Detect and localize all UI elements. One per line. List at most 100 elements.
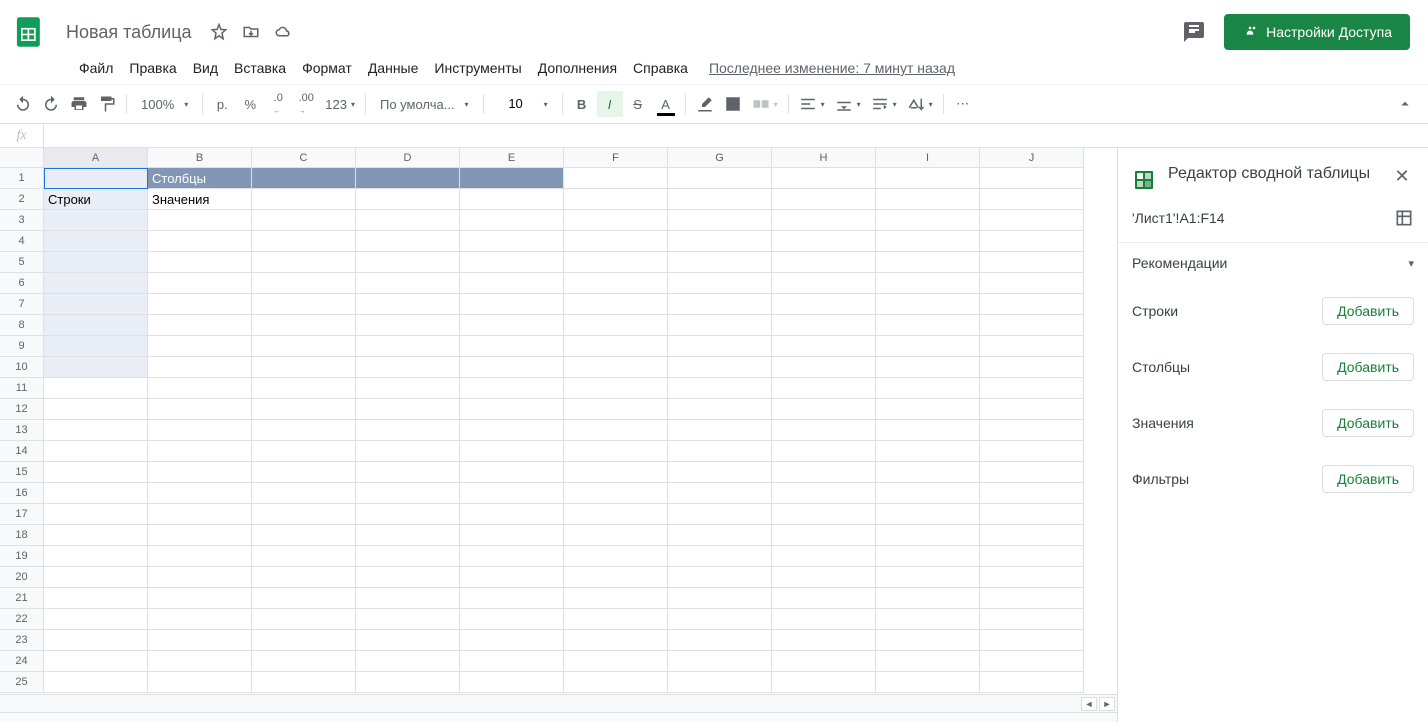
- cell-F2[interactable]: [564, 189, 668, 210]
- cell-J9[interactable]: [980, 336, 1084, 357]
- cell-H10[interactable]: [772, 357, 876, 378]
- cell-G7[interactable]: [668, 294, 772, 315]
- row-header-17[interactable]: 17: [0, 504, 44, 525]
- cell-H21[interactable]: [772, 588, 876, 609]
- menu-data[interactable]: Данные: [361, 56, 426, 80]
- cell-J4[interactable]: [980, 231, 1084, 252]
- row-header-3[interactable]: 3: [0, 210, 44, 231]
- cell-E14[interactable]: [460, 441, 564, 462]
- cell-J13[interactable]: [980, 420, 1084, 441]
- row-header-20[interactable]: 20: [0, 567, 44, 588]
- cell-J21[interactable]: [980, 588, 1084, 609]
- cell-A25[interactable]: [44, 672, 148, 693]
- last-edit-link[interactable]: Последнее изменение: 7 минут назад: [709, 60, 955, 76]
- column-header-H[interactable]: H: [772, 148, 876, 168]
- cell-G20[interactable]: [668, 567, 772, 588]
- cell-I14[interactable]: [876, 441, 980, 462]
- add-filters-button[interactable]: Добавить: [1322, 465, 1414, 493]
- cell-H1[interactable]: [772, 168, 876, 189]
- cell-D16[interactable]: [356, 483, 460, 504]
- cell-D17[interactable]: [356, 504, 460, 525]
- cell-C18[interactable]: [252, 525, 356, 546]
- menu-format[interactable]: Формат: [295, 56, 359, 80]
- cell-G15[interactable]: [668, 462, 772, 483]
- cell-F3[interactable]: [564, 210, 668, 231]
- cell-F25[interactable]: [564, 672, 668, 693]
- cell-I6[interactable]: [876, 273, 980, 294]
- cell-G6[interactable]: [668, 273, 772, 294]
- cell-F5[interactable]: [564, 252, 668, 273]
- cell-D11[interactable]: [356, 378, 460, 399]
- cell-F24[interactable]: [564, 651, 668, 672]
- cell-I18[interactable]: [876, 525, 980, 546]
- cloud-status-icon[interactable]: [274, 23, 292, 41]
- menu-file[interactable]: Файл: [72, 56, 120, 80]
- cell-G17[interactable]: [668, 504, 772, 525]
- cell-D9[interactable]: [356, 336, 460, 357]
- column-header-I[interactable]: I: [876, 148, 980, 168]
- cell-F22[interactable]: [564, 609, 668, 630]
- cell-F11[interactable]: [564, 378, 668, 399]
- cell-I8[interactable]: [876, 315, 980, 336]
- text-color-button[interactable]: A: [653, 91, 679, 117]
- cell-C9[interactable]: [252, 336, 356, 357]
- cell-B5[interactable]: [148, 252, 252, 273]
- h-align-dropdown[interactable]: [795, 91, 829, 117]
- cell-A23[interactable]: [44, 630, 148, 651]
- column-header-C[interactable]: C: [252, 148, 356, 168]
- menu-tools[interactable]: Инструменты: [427, 56, 528, 80]
- cell-D25[interactable]: [356, 672, 460, 693]
- cell-D19[interactable]: [356, 546, 460, 567]
- cell-I19[interactable]: [876, 546, 980, 567]
- cell-E7[interactable]: [460, 294, 564, 315]
- cell-G13[interactable]: [668, 420, 772, 441]
- cell-D23[interactable]: [356, 630, 460, 651]
- cell-A1[interactable]: [44, 168, 148, 189]
- cell-E9[interactable]: [460, 336, 564, 357]
- share-button[interactable]: Настройки Доступа: [1224, 14, 1410, 50]
- cell-F4[interactable]: [564, 231, 668, 252]
- cell-H20[interactable]: [772, 567, 876, 588]
- add-rows-button[interactable]: Добавить: [1322, 297, 1414, 325]
- cell-I3[interactable]: [876, 210, 980, 231]
- cell-D10[interactable]: [356, 357, 460, 378]
- scroll-right-button[interactable]: ►: [1099, 697, 1115, 711]
- cell-B17[interactable]: [148, 504, 252, 525]
- cell-I21[interactable]: [876, 588, 980, 609]
- cell-B20[interactable]: [148, 567, 252, 588]
- strikethrough-button[interactable]: S: [625, 91, 651, 117]
- row-header-11[interactable]: 11: [0, 378, 44, 399]
- cell-A13[interactable]: [44, 420, 148, 441]
- row-header-13[interactable]: 13: [0, 420, 44, 441]
- cell-I2[interactable]: [876, 189, 980, 210]
- cell-B3[interactable]: [148, 210, 252, 231]
- cell-J18[interactable]: [980, 525, 1084, 546]
- cell-A19[interactable]: [44, 546, 148, 567]
- cell-G22[interactable]: [668, 609, 772, 630]
- row-header-8[interactable]: 8: [0, 315, 44, 336]
- pivot-range-input[interactable]: [1132, 210, 1394, 226]
- cell-F20[interactable]: [564, 567, 668, 588]
- cell-J23[interactable]: [980, 630, 1084, 651]
- scroll-left-button[interactable]: ◄: [1081, 697, 1097, 711]
- row-header-25[interactable]: 25: [0, 672, 44, 693]
- cell-H2[interactable]: [772, 189, 876, 210]
- cell-G5[interactable]: [668, 252, 772, 273]
- cell-I13[interactable]: [876, 420, 980, 441]
- cell-F13[interactable]: [564, 420, 668, 441]
- cell-J3[interactable]: [980, 210, 1084, 231]
- cell-G4[interactable]: [668, 231, 772, 252]
- formula-input[interactable]: [44, 128, 1428, 143]
- cell-D22[interactable]: [356, 609, 460, 630]
- cell-J17[interactable]: [980, 504, 1084, 525]
- cell-A12[interactable]: [44, 399, 148, 420]
- cell-E22[interactable]: [460, 609, 564, 630]
- cell-G8[interactable]: [668, 315, 772, 336]
- cell-G3[interactable]: [668, 210, 772, 231]
- cell-C19[interactable]: [252, 546, 356, 567]
- cell-C8[interactable]: [252, 315, 356, 336]
- row-header-12[interactable]: 12: [0, 399, 44, 420]
- cell-H9[interactable]: [772, 336, 876, 357]
- cell-B22[interactable]: [148, 609, 252, 630]
- cell-J10[interactable]: [980, 357, 1084, 378]
